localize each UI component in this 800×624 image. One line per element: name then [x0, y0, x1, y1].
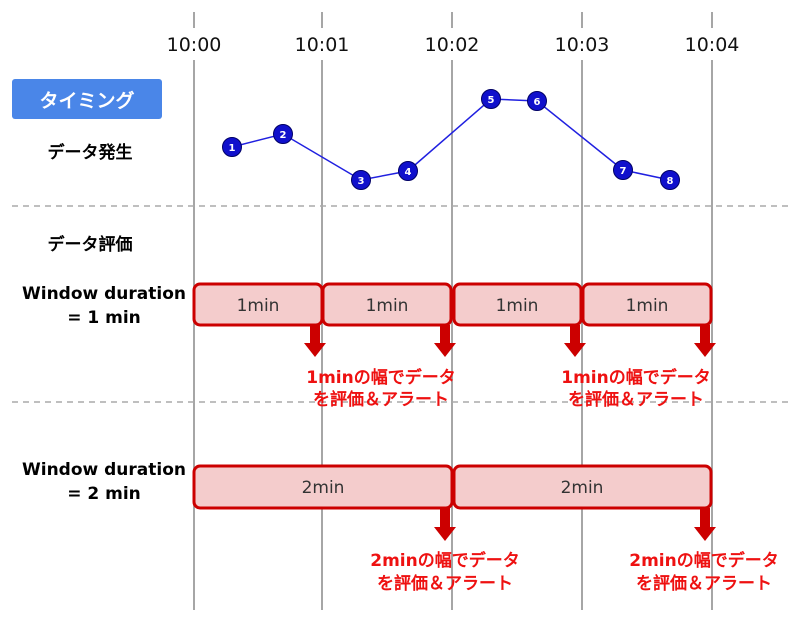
time-tick-1002: 10:02 [425, 34, 480, 56]
window-1min-box: 1min [192, 282, 324, 327]
data-evaluation-label: データ評価 [48, 234, 133, 255]
data-point-label: 1 [229, 143, 236, 154]
top-tick-marks [193, 12, 713, 28]
window-1min-box: 1min [581, 282, 713, 327]
data-point-label: 3 [358, 176, 365, 187]
data-points-line [231, 98, 671, 181]
window-1min-title-line1: Window duration [22, 284, 186, 304]
alert-1min-right-line2: を評価＆アラート [568, 389, 704, 410]
data-generation-label: データ発生 [48, 142, 133, 163]
timing-badge-label: タイミング [39, 89, 134, 112]
window-1min-box-label: 1min [237, 296, 280, 316]
window-2min-title-line2: = 2 min [67, 484, 141, 504]
alert-2min-left-line1: 2minの幅でデータ [370, 550, 519, 571]
window-1min-box-label: 1min [366, 296, 409, 316]
data-point-label: 5 [488, 95, 495, 106]
data-point-label: 6 [534, 97, 541, 108]
data-point: 4 [398, 161, 418, 181]
window-2min-title-line1: Window duration [22, 460, 186, 480]
window-2min-box: 2min [452, 464, 713, 510]
data-point: 3 [351, 170, 371, 190]
window-2min-box-label: 2min [561, 478, 604, 498]
window-1min-box: 1min [321, 282, 453, 327]
window-2min-box-label: 2min [302, 478, 345, 498]
window-1min-title-line2: = 1 min [67, 308, 141, 328]
alert-1min-left-line2: を評価＆アラート [313, 389, 449, 410]
time-tick-1001: 10:01 [295, 34, 350, 56]
alert-1min-right-line1: 1minの幅でデータ [561, 367, 710, 388]
data-point-label: 2 [280, 130, 287, 141]
data-point-label: 8 [667, 176, 674, 187]
data-point: 1 [222, 137, 242, 157]
alert-1min-left-line1: 1minの幅でデータ [306, 367, 455, 388]
data-point-label: 4 [405, 167, 412, 178]
window-1min-box-label: 1min [496, 296, 539, 316]
alert-2min-left-line2: を評価＆アラート [377, 573, 513, 594]
data-point: 7 [613, 160, 633, 180]
window-1min-box: 1min [452, 282, 583, 327]
alert-2min-right-line2: を評価＆アラート [636, 573, 772, 594]
data-point: 6 [527, 91, 547, 111]
alert-2min-right-line1: 2minの幅でデータ [629, 550, 778, 571]
time-tick-1000: 10:00 [167, 34, 222, 56]
timing-diagram: 10:00 10:01 10:02 10:03 10:04 タイミング データ発… [12, 12, 788, 610]
window-1min-box-label: 1min [626, 296, 669, 316]
window-2min-box: 2min [192, 464, 454, 510]
data-point: 5 [481, 89, 501, 109]
time-tick-1003: 10:03 [555, 34, 610, 56]
time-tick-1004: 10:04 [685, 34, 740, 56]
data-point-label: 7 [620, 166, 627, 177]
data-point: 2 [273, 124, 293, 144]
data-point: 8 [660, 170, 680, 190]
